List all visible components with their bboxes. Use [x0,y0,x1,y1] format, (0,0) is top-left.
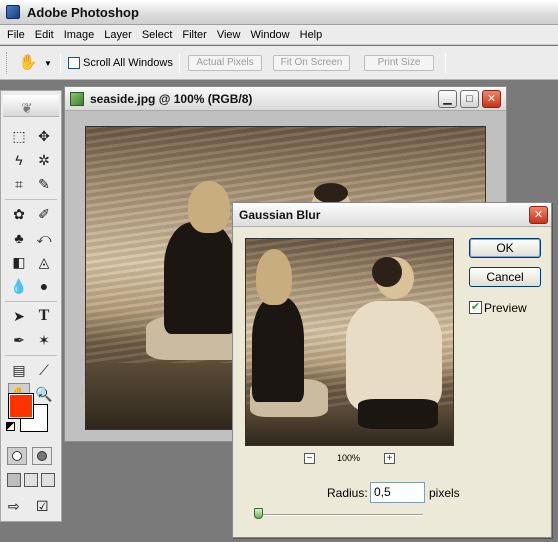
options-divider [445,53,446,73]
imageready-icon[interactable]: ☑ [36,498,49,515]
blur-tool-icon[interactable]: 💧 [8,275,30,297]
ok-button[interactable]: OK [469,238,541,258]
radius-slider-track[interactable] [255,514,423,516]
jump-to-imageready-icon[interactable]: ⇨ [8,498,20,515]
menu-bar: File Edit Image Layer Select Filter View… [0,25,558,45]
foreground-color-swatch[interactable] [8,393,34,419]
close-button[interactable]: ✕ [482,90,501,108]
full-screen-mode-button[interactable] [41,473,55,487]
options-bar-grip[interactable] [6,52,9,74]
options-divider [179,53,180,73]
document-icon [70,92,84,106]
radius-slider-thumb[interactable] [254,508,264,519]
feather-logo-icon: ❦ [21,100,33,116]
toolbox-divider [5,199,57,200]
healing-brush-tool-icon[interactable]: ✿ [8,203,30,225]
preview-checkbox[interactable]: ✔ [469,301,482,314]
menu-file[interactable]: File [2,25,30,45]
clone-stamp-tool-icon[interactable]: ♣ [8,227,30,249]
blur-preview[interactable] [245,238,454,446]
scroll-all-windows-checkbox[interactable] [68,57,80,69]
marquee-tool-icon[interactable]: ⬚ [8,125,30,147]
paint-bucket-tool-icon[interactable]: ◬ [33,251,55,273]
toolbox-divider [5,301,57,302]
path-selection-tool-icon[interactable]: ➤ [8,305,30,327]
zoom-in-button[interactable]: + [384,453,395,464]
minimize-button[interactable]: ▁ [438,90,457,108]
pen-tool-icon[interactable]: ✒ [8,329,30,351]
zoom-out-button[interactable]: − [304,453,315,464]
document-title-bar[interactable]: seaside.jpg @ 100% (RGB/8) ▁ □ ✕ [65,87,506,111]
lasso-tool-icon[interactable]: ϟ [8,149,30,171]
dialog-close-button[interactable]: ✕ [529,206,548,224]
options-divider [60,53,61,73]
dialog-title-bar[interactable]: Gaussian Blur ✕ [233,203,551,227]
menu-layer[interactable]: Layer [99,25,137,45]
eraser-tool-icon[interactable]: ◧ [8,251,30,273]
preview-photo [246,239,453,445]
custom-shape-tool-icon[interactable]: ✶ [33,329,55,351]
cancel-button[interactable]: Cancel [469,267,541,287]
menu-image[interactable]: Image [59,25,100,45]
move-tool-icon[interactable]: ✥ [33,125,55,147]
radius-input[interactable]: 0,5 [370,482,425,503]
app-title-bar: Adobe Photoshop [0,0,558,25]
standard-mode-button[interactable] [7,447,27,465]
toolbox-header[interactable]: ❦ [3,95,59,117]
full-screen-menu-mode-button[interactable] [24,473,38,487]
dialog-title: Gaussian Blur [239,208,321,222]
brush-tool-icon[interactable]: ✐ [33,203,55,225]
notes-tool-icon[interactable]: ▤ [8,359,30,381]
chevron-down-icon[interactable]: ▼ [44,59,52,68]
slice-tool-icon[interactable]: ✎ [33,173,55,195]
toolbox-divider [5,355,57,356]
preview-label: Preview [484,301,527,315]
fit-on-screen-button[interactable]: Fit On Screen [273,55,350,71]
preview-zoom-level: 100% [337,453,361,463]
gaussian-blur-dialog: Gaussian Blur ✕ − 100% + OK Cancel ✔ Pre… [232,202,552,538]
eyedropper-tool-icon[interactable]: ⟋ [33,359,55,381]
quick-mask-mode-button[interactable] [32,447,52,465]
hand-tool-preset-icon[interactable]: ✋ [18,53,38,73]
document-title: seaside.jpg @ 100% (RGB/8) [90,92,253,106]
scroll-all-windows-label: Scroll All Windows [83,57,173,69]
dodge-tool-icon[interactable]: ● [33,275,55,297]
menu-select[interactable]: Select [137,25,178,45]
swap-colors-icon[interactable]: ⤾ [39,389,47,400]
print-size-button[interactable]: Print Size [364,55,434,71]
default-colors-icon[interactable] [6,422,15,431]
radius-label: Radius: [327,486,368,500]
maximize-button[interactable]: □ [460,90,479,108]
history-brush-tool-icon[interactable]: ⤺ [33,227,55,249]
menu-filter[interactable]: Filter [177,25,211,45]
menu-window[interactable]: Window [246,25,295,45]
menu-help[interactable]: Help [295,25,328,45]
photoshop-logo-icon [6,5,20,19]
radius-unit-label: pixels [429,486,460,500]
standard-screen-mode-button[interactable] [7,473,21,487]
app-title: Adobe Photoshop [27,4,139,20]
menu-view[interactable]: View [212,25,246,45]
menu-edit[interactable]: Edit [30,25,59,45]
crop-tool-icon[interactable]: ⌗ [8,173,30,195]
actual-pixels-button[interactable]: Actual Pixels [188,55,262,71]
type-tool-icon[interactable]: T [33,305,55,327]
magic-wand-tool-icon[interactable]: ✲ [33,149,55,171]
